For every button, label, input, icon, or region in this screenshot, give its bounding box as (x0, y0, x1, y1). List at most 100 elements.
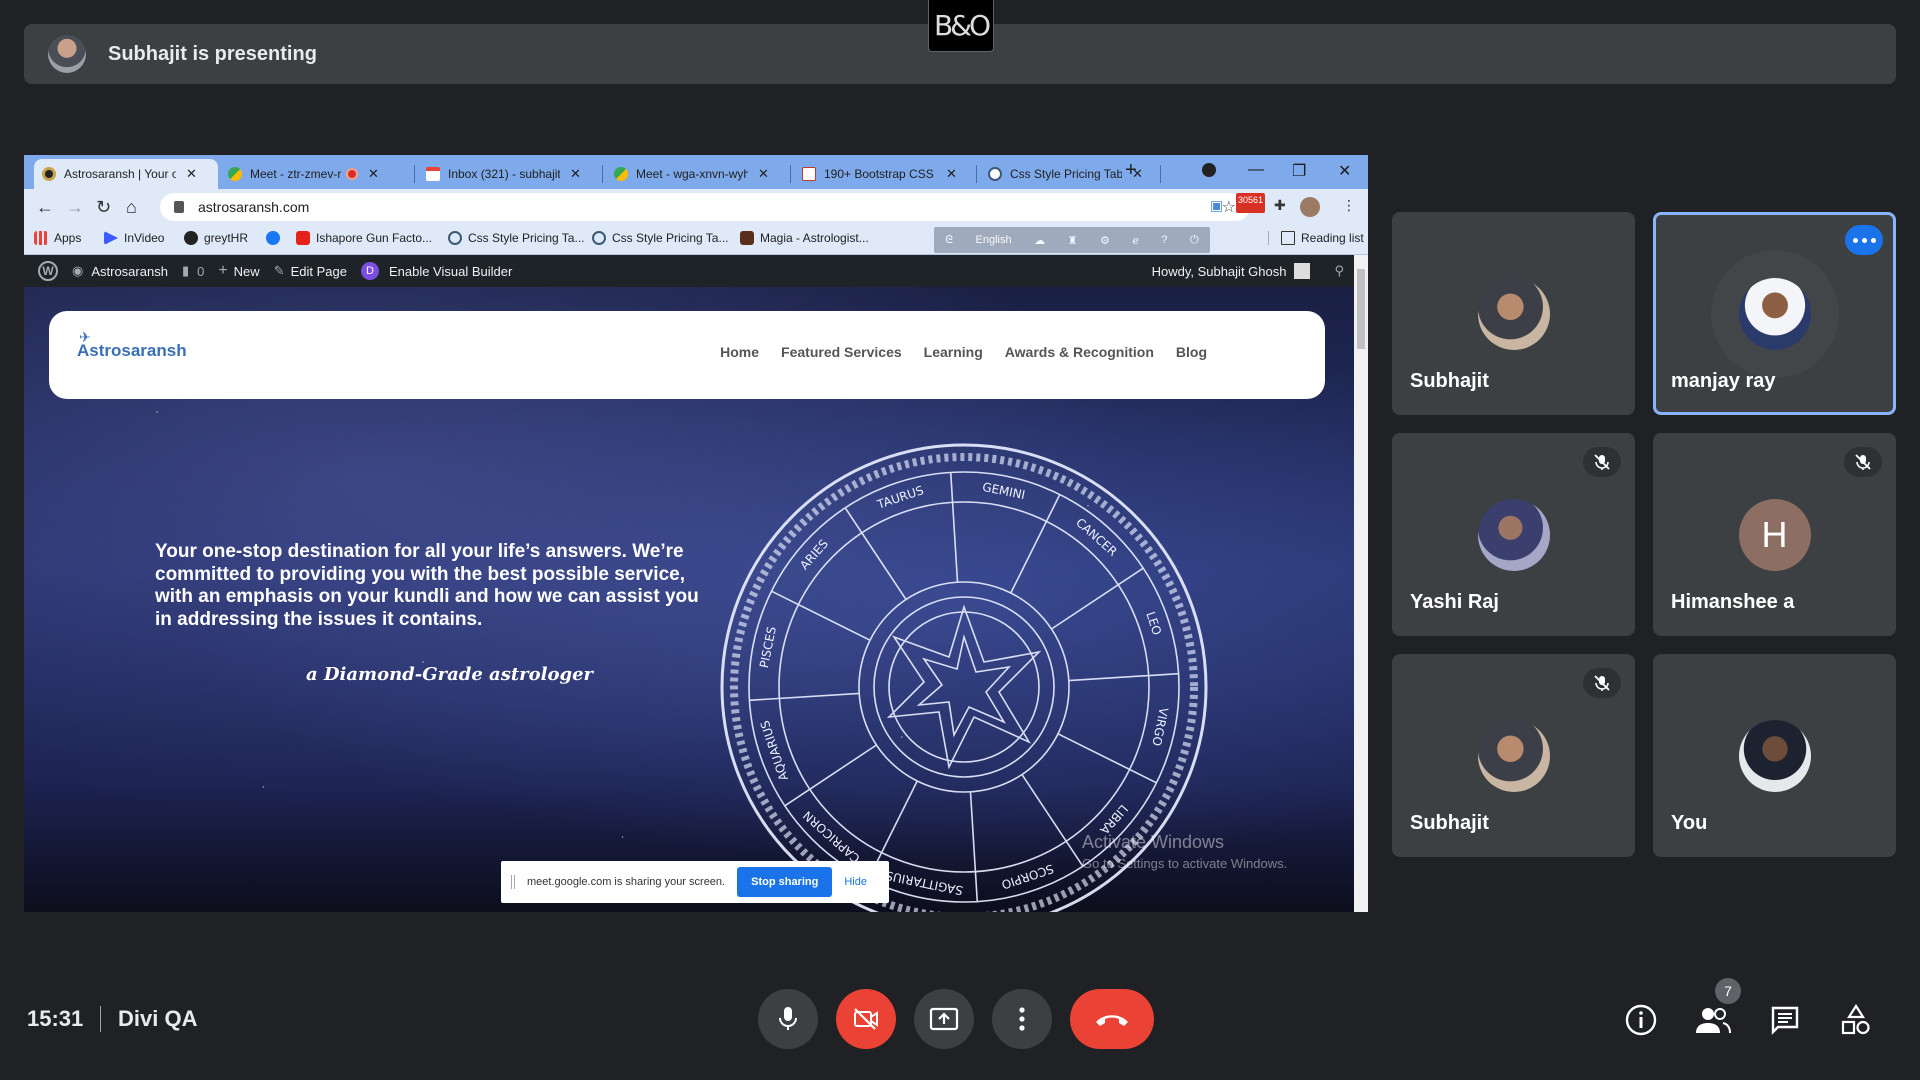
bookmark-greythr[interactable]: greytHR (184, 231, 248, 245)
close-tab-icon[interactable]: ✕ (758, 166, 769, 182)
leave-call-button[interactable] (1070, 989, 1154, 1049)
close-tab-icon[interactable]: ✕ (570, 166, 581, 182)
wp-logo-menu[interactable]: W (38, 261, 58, 281)
participant-name: Yashi Raj (1410, 591, 1499, 613)
browser-tab[interactable]: 190+ Bootstrap CSS P ✕ (794, 159, 972, 189)
site-header: ✈ Astrosaransh Home Featured Services Lea… (49, 311, 1325, 399)
stop-sharing-button[interactable]: Stop sharing (737, 867, 833, 897)
bookmark-star-icon[interactable]: ☆ (1222, 197, 1236, 217)
forward-icon[interactable]: → (66, 197, 84, 218)
lock-icon (174, 201, 184, 213)
bookmark-facebook[interactable] (266, 231, 286, 245)
participant-tile[interactable]: Subhajit (1392, 212, 1635, 415)
zodiac-label: AQUARIUS (758, 719, 791, 783)
participant-avatar (1477, 499, 1550, 571)
back-icon[interactable]: ← (36, 197, 54, 218)
profile-avatar[interactable] (1300, 197, 1320, 217)
meeting-details-button[interactable] (1623, 1002, 1659, 1038)
close-tab-icon[interactable]: ✕ (368, 166, 379, 182)
more-options-button[interactable] (1845, 225, 1883, 255)
help-icon: ? (1161, 234, 1168, 246)
nav-learning[interactable]: Learning (924, 344, 983, 360)
wp-search-icon[interactable]: ⚲ (1334, 263, 1344, 279)
bookmark-label: InVideo (124, 231, 165, 245)
wp-site-name[interactable]: ◉ Astrosaransh (72, 263, 168, 279)
reload-icon[interactable]: ↻ (96, 197, 111, 218)
activate-subtitle: Go to Settings to activate Windows. (1082, 856, 1288, 871)
wordpress-icon (592, 231, 606, 245)
chrome-menu-icon[interactable]: ⋮ (1342, 197, 1356, 217)
camera-toggle-button[interactable] (836, 989, 896, 1049)
present-screen-button[interactable] (914, 989, 974, 1049)
browser-tab[interactable]: Meet - ztr-zmev-r ✕ (220, 159, 410, 189)
chat-icon (1771, 1006, 1799, 1035)
bookmark-apps[interactable]: Apps (34, 231, 81, 245)
microphone-button[interactable] (758, 989, 818, 1049)
drag-handle[interactable] (511, 875, 515, 889)
wp-visual-builder[interactable]: D Enable Visual Builder (360, 262, 512, 280)
browser-tab[interactable]: Inbox (321) - subhajitg ✕ (418, 159, 598, 189)
reading-list-button[interactable]: Reading list (1268, 231, 1364, 245)
home-icon[interactable]: ⌂ (126, 197, 137, 218)
present-icon (929, 1007, 959, 1031)
wordpress-icon (448, 231, 462, 245)
browser-tab[interactable]: Astrosaransh | Your one-stop ✕ (34, 159, 218, 189)
youtube-icon (296, 231, 310, 245)
apps-grid-icon (34, 231, 48, 245)
bookmark-invideo[interactable]: InVideo (104, 231, 164, 245)
hide-notice-button[interactable]: Hide (844, 876, 867, 888)
comment-icon: ▮ (181, 263, 190, 278)
participant-avatar (1477, 278, 1550, 350)
profile-menu-icon[interactable] (1202, 163, 1216, 177)
participant-tile[interactable]: Yashi Raj (1392, 433, 1635, 636)
tool-icon: ♜ (1067, 234, 1078, 247)
scroll-thumb[interactable] (1357, 269, 1365, 349)
user-avatar (1294, 263, 1311, 279)
activities-button[interactable] (1838, 1002, 1874, 1038)
nav-awards[interactable]: Awards & Recognition (1005, 344, 1154, 360)
gmail-extension-badge[interactable]: 30561 (1236, 193, 1266, 213)
tab-title: Inbox (321) - subhajitg (448, 167, 560, 181)
browser-tab[interactable]: Meet - wga-xnvn-wyh ✕ (606, 159, 786, 189)
power-icon: ⏻ (1189, 233, 1199, 246)
participant-tile[interactable]: H Himanshee a (1653, 433, 1896, 636)
cloud-icon: ☁ (1034, 234, 1046, 247)
bookmark-pricing-1[interactable]: Css Style Pricing Ta... (448, 231, 584, 245)
more-options-button[interactable] (992, 989, 1052, 1049)
chat-button[interactable] (1767, 1002, 1803, 1038)
bookmark-pricing-2[interactable]: Css Style Pricing Ta... (592, 231, 728, 245)
restore-button[interactable]: ❐ (1292, 161, 1306, 181)
minimize-button[interactable]: — (1248, 161, 1264, 179)
zodiac-label: GEMINI (981, 480, 1026, 502)
people-button[interactable] (1695, 1002, 1731, 1038)
ime-icon: ᘓ (945, 233, 953, 246)
language-bar[interactable]: ᘓ English ☁ ♜ ⚙ ℯ ? ⏻ (934, 227, 1210, 253)
address-bar[interactable]: astrosaransh.com ☆ (160, 193, 1250, 221)
new-tab-button[interactable]: + (1125, 159, 1137, 182)
extensions-puzzle-icon[interactable]: ✚ (1274, 197, 1286, 217)
participant-tile[interactable]: Subhajit (1392, 654, 1635, 857)
close-window-button[interactable]: ✕ (1338, 161, 1351, 181)
nav-home[interactable]: Home (720, 344, 759, 360)
bookmark-label: Css Style Pricing Ta... (468, 231, 585, 245)
wp-edit-page[interactable]: ✎ Edit Page (274, 263, 347, 279)
divider (100, 1006, 101, 1032)
page-scrollbar[interactable] (1354, 255, 1368, 912)
site-logo[interactable]: ✈ Astrosaransh (77, 329, 187, 361)
close-tab-icon[interactable]: ✕ (186, 166, 197, 182)
meeting-name: Divi QA (118, 1006, 198, 1031)
close-tab-icon[interactable]: ✕ (946, 166, 957, 182)
wp-new-content[interactable]: + New (218, 262, 259, 280)
wp-account-menu[interactable]: Howdy, Subhajit Ghosh (1152, 263, 1311, 279)
participant-tile-speaking[interactable]: manjay ray (1653, 212, 1896, 415)
participant-tile-self[interactable]: You (1653, 654, 1896, 857)
nav-featured-services[interactable]: Featured Services (781, 344, 902, 360)
screenshot-extension-icon[interactable]: ▣ (1210, 197, 1223, 217)
microphone-icon (779, 1007, 797, 1030)
bookmark-magia[interactable]: Magia - Astrologist... (740, 231, 869, 245)
comments-count: 0 (197, 263, 205, 279)
wp-comments[interactable]: ▮ 0 (182, 263, 204, 279)
dashboard-icon: ◉ (72, 263, 84, 278)
nav-blog[interactable]: Blog (1176, 344, 1207, 360)
bookmark-ishapore[interactable]: Ishapore Gun Facto... (296, 231, 432, 245)
